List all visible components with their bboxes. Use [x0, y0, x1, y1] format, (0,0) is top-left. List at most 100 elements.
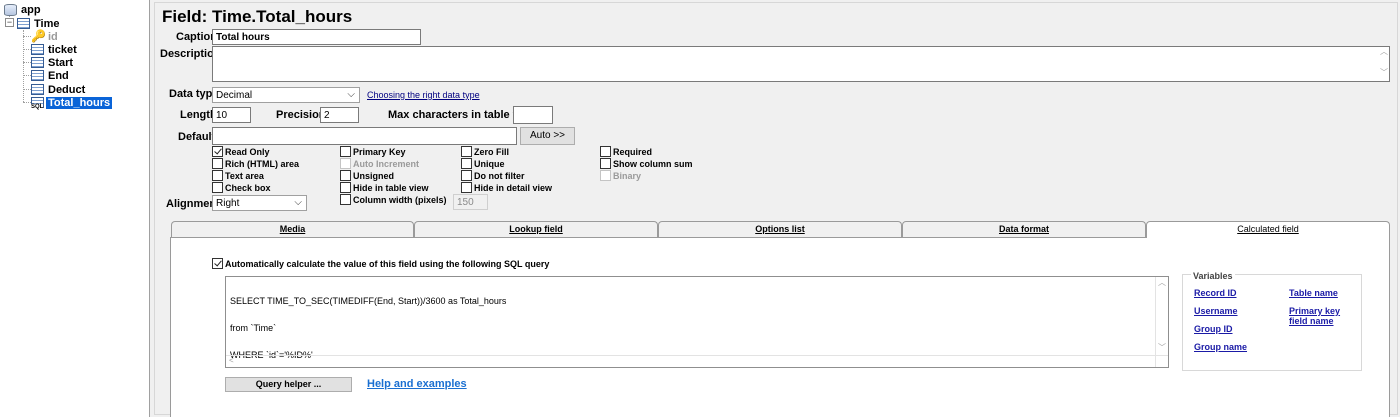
checkbox-box[interactable]	[340, 146, 351, 157]
tab-data-format[interactable]: Data format	[902, 221, 1146, 237]
tree-field-end[interactable]: End	[31, 69, 71, 82]
scroll-up-icon[interactable]: ︿	[1158, 278, 1166, 287]
required-checkbox[interactable]: Required	[600, 146, 652, 157]
auto-button[interactable]: Auto >>	[520, 127, 575, 145]
sql-vertical-scrollbar[interactable]: ︿ ﹀	[1155, 277, 1168, 367]
checkbox-box[interactable]	[212, 158, 223, 169]
tab-lookup-field[interactable]: Lookup field	[414, 221, 658, 237]
variable-primary-key-field-name-link[interactable]: Primary key field name	[1289, 306, 1340, 326]
checkbox-box[interactable]	[461, 146, 472, 157]
query-helper-button[interactable]: Query helper ...	[225, 377, 352, 392]
caption-input[interactable]: Total hours	[212, 29, 421, 45]
checkbox-box[interactable]	[212, 146, 223, 157]
tree-field-ticket[interactable]: ticket	[31, 43, 79, 56]
precision-input[interactable]: 2	[320, 107, 359, 123]
tree-field-id[interactable]: 🔑 id	[31, 30, 60, 43]
caption-label: Caption	[176, 31, 217, 43]
tree-node-app[interactable]: app	[4, 3, 43, 16]
variable-group-id-link[interactable]: Group ID	[1194, 324, 1233, 334]
tree-field-start[interactable]: Start	[31, 56, 75, 69]
max-characters-input[interactable]	[513, 106, 553, 124]
binary-checkbox: Binary	[600, 170, 641, 181]
variable-group-name-link[interactable]: Group name	[1194, 342, 1247, 352]
chevron-down-icon: ⌵	[347, 89, 355, 100]
scroll-down-icon[interactable]: ﹀	[1158, 343, 1166, 352]
checkbox-label: Auto Increment	[353, 158, 420, 169]
datatype-value: Decimal	[216, 90, 253, 101]
variable-table-name-link[interactable]: Table name	[1289, 288, 1338, 298]
checkbox-label: Automatically calculate the value of thi…	[225, 258, 550, 269]
checkbox-label: Column width (pixels)	[353, 194, 447, 205]
checkbox-box[interactable]	[212, 170, 223, 181]
scroll-left-icon[interactable]: <	[229, 356, 234, 365]
sql-line: SELECT TIME_TO_SEC(TIMEDIFF(End, Start))…	[230, 296, 507, 306]
tab-options-list[interactable]: Options list	[658, 221, 902, 237]
variable-record-id-link[interactable]: Record ID	[1194, 288, 1237, 298]
checkbox-box[interactable]	[600, 146, 611, 157]
unsigned-checkbox[interactable]: Unsigned	[340, 170, 394, 181]
show-column-sum-checkbox[interactable]: Show column sum	[600, 158, 693, 169]
length-input[interactable]: 10	[212, 107, 251, 123]
checkbox-label: Hide in detail view	[474, 182, 553, 193]
zero-fill-checkbox[interactable]: Zero Fill	[461, 146, 509, 157]
checkbox-box[interactable]	[340, 194, 351, 205]
hide-table-view-checkbox[interactable]: Hide in table view	[340, 182, 429, 193]
field-icon	[31, 84, 44, 95]
alignment-select[interactable]: Right ⌵	[212, 195, 307, 211]
checkbox-label: Unsigned	[353, 170, 395, 181]
checkbox-box[interactable]	[212, 258, 223, 269]
description-textarea[interactable]	[212, 46, 1390, 82]
read-only-checkbox[interactable]: Read Only	[212, 146, 270, 157]
sql-field-icon: SQL	[31, 97, 44, 110]
tree-field-deduct[interactable]: Deduct	[31, 83, 87, 96]
checkbox-box	[340, 158, 351, 169]
tree-connector	[23, 49, 31, 50]
help-and-examples-link[interactable]: Help and examples	[367, 378, 467, 390]
scroll-up-icon[interactable]: ︿	[1380, 46, 1388, 57]
key-icon: 🔑	[31, 29, 46, 43]
datatype-help-link[interactable]: Choosing the right data type	[367, 90, 480, 100]
checkbox-box[interactable]	[461, 158, 472, 169]
table-icon	[17, 18, 30, 29]
tree-connector	[23, 102, 31, 103]
tree-node-label: Deduct	[48, 83, 86, 96]
text-area-checkbox[interactable]: Text area	[212, 170, 264, 181]
tab-calculated-field[interactable]: Calculated field	[1146, 221, 1390, 238]
tree-node-label: End	[48, 69, 69, 82]
checkbox-label: Required	[613, 146, 653, 157]
check-box-checkbox[interactable]: Check box	[212, 182, 271, 193]
checkbox-label: Text area	[225, 170, 264, 181]
link-line: Primary key	[1289, 306, 1341, 316]
description-scrollbar[interactable]: ︿ ﹀	[1379, 44, 1391, 82]
default-input[interactable]	[212, 127, 517, 145]
checkbox-box[interactable]	[212, 182, 223, 193]
checkbox-box[interactable]	[340, 170, 351, 181]
unique-checkbox[interactable]: Unique	[461, 158, 505, 169]
tree-connector	[23, 75, 31, 76]
column-width-checkbox[interactable]: Column width (pixels)	[340, 194, 447, 205]
field-icon	[31, 44, 44, 55]
rich-html-checkbox[interactable]: Rich (HTML) area	[212, 158, 299, 169]
datatype-select[interactable]: Decimal ⌵	[212, 87, 360, 103]
sql-horizontal-scrollbar[interactable]: <	[226, 355, 1168, 367]
primary-key-checkbox[interactable]: Primary Key	[340, 146, 406, 157]
tree-field-total-hours[interactable]: SQL Total_hours	[31, 96, 113, 110]
scroll-down-icon[interactable]: ﹀	[1380, 67, 1388, 78]
auto-calculate-checkbox[interactable]: Automatically calculate the value of thi…	[212, 258, 549, 269]
variable-username-link[interactable]: Username	[1194, 306, 1238, 316]
do-not-filter-checkbox[interactable]: Do not filter	[461, 170, 525, 181]
checkbox-box[interactable]	[461, 182, 472, 193]
collapse-toggle-icon[interactable]: −	[5, 18, 14, 27]
page-title: Field: Time.Total_hours	[162, 7, 353, 26]
sql-query-editor[interactable]: SELECT TIME_TO_SEC(TIMEDIFF(End, Start))…	[225, 276, 1169, 368]
checkbox-box[interactable]	[600, 158, 611, 169]
tab-media[interactable]: Media	[171, 221, 414, 237]
checkbox-box[interactable]	[461, 170, 472, 181]
checkbox-label: Zero Fill	[474, 146, 510, 157]
hide-detail-view-checkbox[interactable]: Hide in detail view	[461, 182, 552, 193]
tree-node-label: ticket	[48, 43, 77, 56]
chevron-down-icon: ⌵	[294, 197, 302, 208]
checkbox-box[interactable]	[340, 182, 351, 193]
project-tree-panel[interactable]: app − Time 🔑 id ticket Start End Deduct …	[0, 0, 150, 417]
checkbox-label: Binary	[613, 170, 642, 181]
